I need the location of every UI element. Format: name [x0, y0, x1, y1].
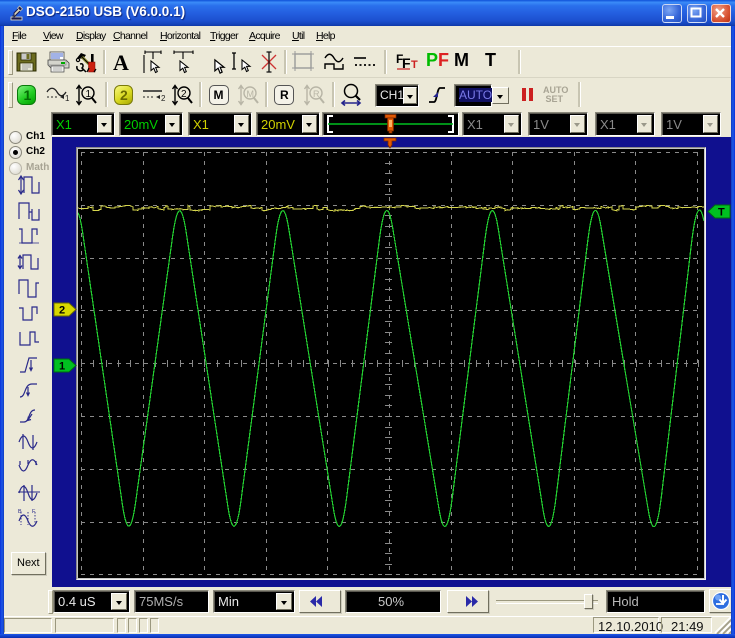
svg-text:2: 2 — [161, 94, 166, 103]
svg-text:B: B — [18, 509, 22, 515]
svg-text:2: 2 — [59, 305, 65, 317]
svg-text:1: 1 — [65, 94, 70, 103]
svg-text:T: T — [718, 207, 725, 219]
svg-text:R: R — [313, 89, 320, 99]
svg-text:M: M — [247, 89, 255, 99]
svg-text:T: T — [411, 59, 418, 71]
svg-text:1: 1 — [86, 89, 92, 100]
svg-text:2: 2 — [181, 89, 187, 100]
svg-text:1: 1 — [59, 361, 65, 373]
